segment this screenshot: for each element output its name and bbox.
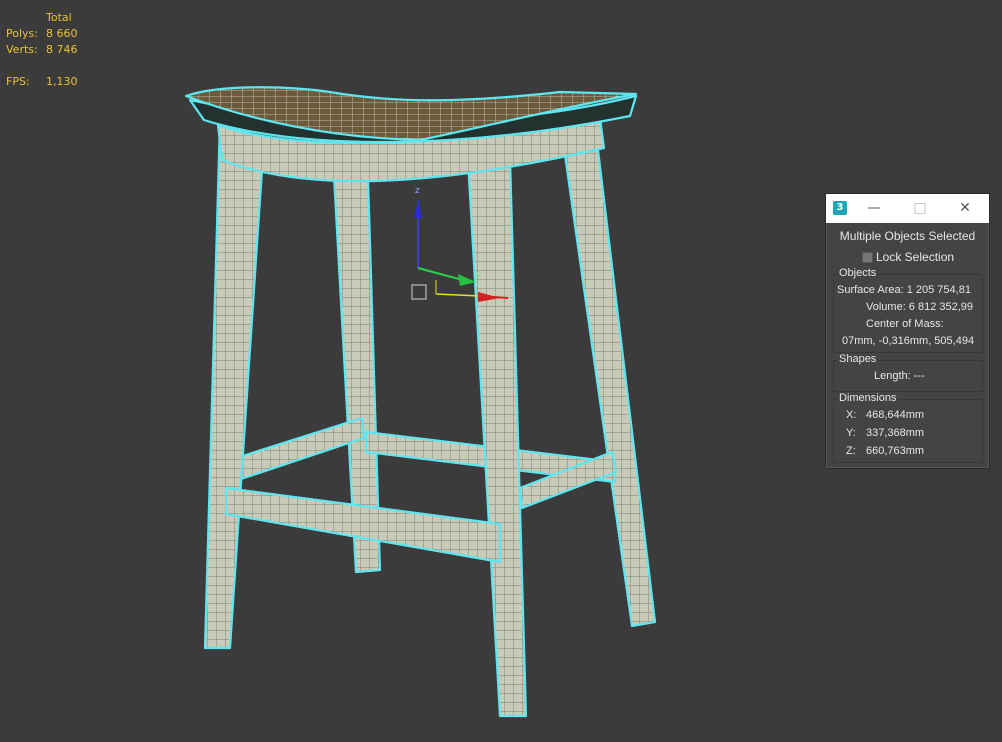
objects-group-title: Objects bbox=[838, 267, 878, 279]
viewport-statistics: Total Polys: 8 660 Verts: 8 746 FPS: 1,1… bbox=[6, 10, 78, 90]
app-icon: 3 bbox=[833, 201, 847, 215]
polys-value: 8 660 bbox=[46, 27, 78, 40]
minimize-button[interactable]: — bbox=[863, 198, 885, 218]
dim-z-value: 660,763mm bbox=[866, 445, 925, 457]
close-button[interactable]: ✕ bbox=[954, 198, 976, 218]
dim-x-value: 468,644mm bbox=[866, 409, 925, 421]
back-right-leg[interactable] bbox=[563, 148, 657, 628]
maximize-button[interactable]: □ bbox=[909, 198, 931, 218]
lock-selection-checkbox[interactable]: Lock Selection bbox=[826, 250, 989, 264]
shapes-group: Shapes Length: --- bbox=[833, 353, 983, 392]
center-of-mass-value: 07mm, -0,316mm, 505,494 bbox=[842, 335, 975, 347]
lock-selection-label: Lock Selection bbox=[876, 250, 955, 264]
center-of-mass-label: Center of Mass: bbox=[866, 318, 944, 330]
surface-area: Surface Area: 1 205 754,81 bbox=[837, 284, 971, 296]
gizmo-y-label: y bbox=[476, 270, 482, 280]
checkbox-box[interactable] bbox=[862, 251, 873, 263]
fps-label: FPS: bbox=[6, 75, 30, 88]
dim-x-label: X: bbox=[846, 409, 857, 421]
stats-header: Total bbox=[46, 11, 72, 24]
pivot-square bbox=[411, 284, 427, 300]
dim-y-label: Y: bbox=[846, 427, 856, 439]
verts-label: Verts: bbox=[6, 43, 38, 56]
dimensions-group-title: Dimensions bbox=[838, 392, 898, 404]
shapes-group-title: Shapes bbox=[838, 353, 878, 365]
shape-length: Length: --- bbox=[874, 370, 925, 382]
polys-label: Polys: bbox=[6, 27, 38, 40]
selection-status: Multiple Objects Selected bbox=[839, 229, 976, 243]
dimensions-group: Dimensions X: 468,644mm Y: 337,368mm Z: … bbox=[833, 392, 983, 463]
fps-value: 1,130 bbox=[46, 75, 78, 88]
volume: Volume: 6 812 352,99 bbox=[866, 301, 974, 313]
objects-group: Objects Surface Area: 1 205 754,81 Volum… bbox=[833, 267, 983, 353]
front-right-leg[interactable] bbox=[466, 156, 528, 718]
gizmo-z-label: z bbox=[415, 186, 420, 196]
measure-panel[interactable]: 3 — □ ✕ Multiple Objects Selected Lock S… bbox=[825, 193, 990, 469]
verts-value: 8 746 bbox=[46, 43, 78, 56]
front-left-leg[interactable] bbox=[203, 118, 266, 650]
dim-z-label: Z: bbox=[846, 445, 856, 457]
measure-titlebar[interactable]: 3 — □ ✕ bbox=[826, 194, 989, 223]
dim-y-value: 337,368mm bbox=[866, 427, 925, 439]
stool-mesh[interactable] bbox=[184, 86, 657, 718]
left-stretcher[interactable] bbox=[234, 416, 366, 482]
